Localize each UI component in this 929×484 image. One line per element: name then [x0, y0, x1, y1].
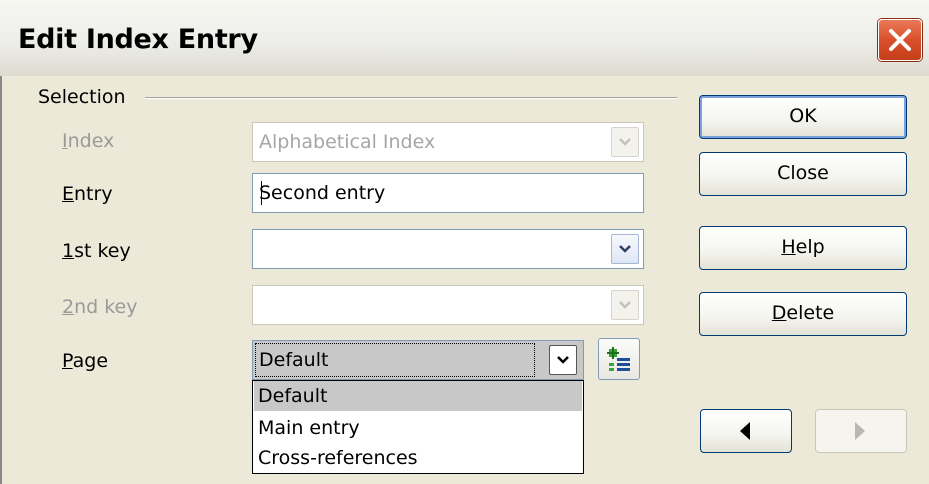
add-list-button[interactable] — [598, 338, 640, 380]
key2-label: 2nd key — [62, 296, 138, 318]
entry-input[interactable]: Second entry — [252, 173, 644, 213]
delete-mnemonic: D — [771, 302, 787, 324]
delete-button[interactable]: Delete — [699, 292, 907, 336]
chevron-down-icon — [619, 301, 631, 309]
index-select-value: Alphabetical Index — [259, 131, 436, 153]
chevron-down-icon — [619, 138, 631, 146]
page-label: Page — [62, 350, 108, 372]
chevron-down-icon — [619, 245, 631, 253]
edit-index-entry-dialog: Edit Index Entry Selection Index Alphabe… — [0, 0, 929, 484]
page-select[interactable]: Default — [252, 340, 584, 380]
entry-input-value: Second entry — [259, 182, 386, 204]
page-select-value: Default — [259, 349, 329, 371]
key2-label-mnemonic: 2 — [62, 296, 75, 318]
key2-dropdown-button — [611, 290, 639, 320]
add-list-icon — [607, 347, 630, 371]
entry-label-mnemonic: E — [62, 183, 75, 205]
page-option-main-entry[interactable]: Main entry — [254, 413, 582, 443]
entry-label-text: ntry — [74, 183, 113, 205]
delete-label-text: elete — [786, 302, 835, 324]
selection-group-divider — [145, 97, 677, 99]
help-mnemonic: H — [781, 236, 796, 258]
page-label-mnemonic: P — [62, 350, 73, 372]
index-label-text: ndex — [67, 130, 115, 152]
previous-arrow-icon — [740, 422, 750, 440]
next-arrow-icon — [855, 422, 865, 440]
key1-label-text: st key — [74, 240, 131, 262]
help-button[interactable]: Help — [699, 226, 907, 270]
page-dropdown-button[interactable] — [549, 345, 577, 375]
window-title: Edit Index Entry — [18, 24, 258, 55]
key2-label-text: nd key — [74, 296, 138, 318]
close-button-label: Close — [777, 162, 829, 184]
ok-button-label: OK — [789, 105, 817, 127]
ok-button[interactable]: OK — [699, 95, 907, 139]
close-window-button[interactable] — [878, 19, 922, 61]
page-option-cross-references[interactable]: Cross-references — [254, 443, 582, 473]
next-entry-button — [815, 409, 907, 453]
text-cursor — [261, 181, 262, 205]
selection-group-label: Selection — [38, 86, 126, 108]
chevron-down-icon — [557, 356, 569, 364]
key2-combobox — [252, 285, 644, 325]
index-label: Index — [62, 130, 114, 152]
page-options-list: Default Main entry Cross-references — [252, 380, 584, 474]
key1-dropdown-button[interactable] — [611, 234, 639, 264]
previous-entry-button[interactable] — [700, 409, 792, 453]
close-button[interactable]: Close — [699, 152, 907, 196]
page-option-default[interactable]: Default — [254, 381, 582, 411]
key1-label-mnemonic: 1 — [62, 240, 75, 262]
help-button-label: Help — [781, 236, 824, 258]
key1-label: 1st key — [62, 240, 131, 262]
close-x-icon — [889, 29, 911, 51]
key1-combobox[interactable] — [252, 229, 644, 269]
title-bar: Edit Index Entry — [0, 0, 929, 76]
window-left-border — [0, 76, 2, 484]
entry-label: Entry — [62, 183, 113, 205]
delete-button-label: Delete — [772, 302, 834, 324]
help-label-text: elp — [795, 236, 825, 258]
page-label-text: age — [72, 350, 109, 372]
index-select: Alphabetical Index — [252, 122, 644, 162]
index-dropdown-button — [611, 127, 639, 157]
